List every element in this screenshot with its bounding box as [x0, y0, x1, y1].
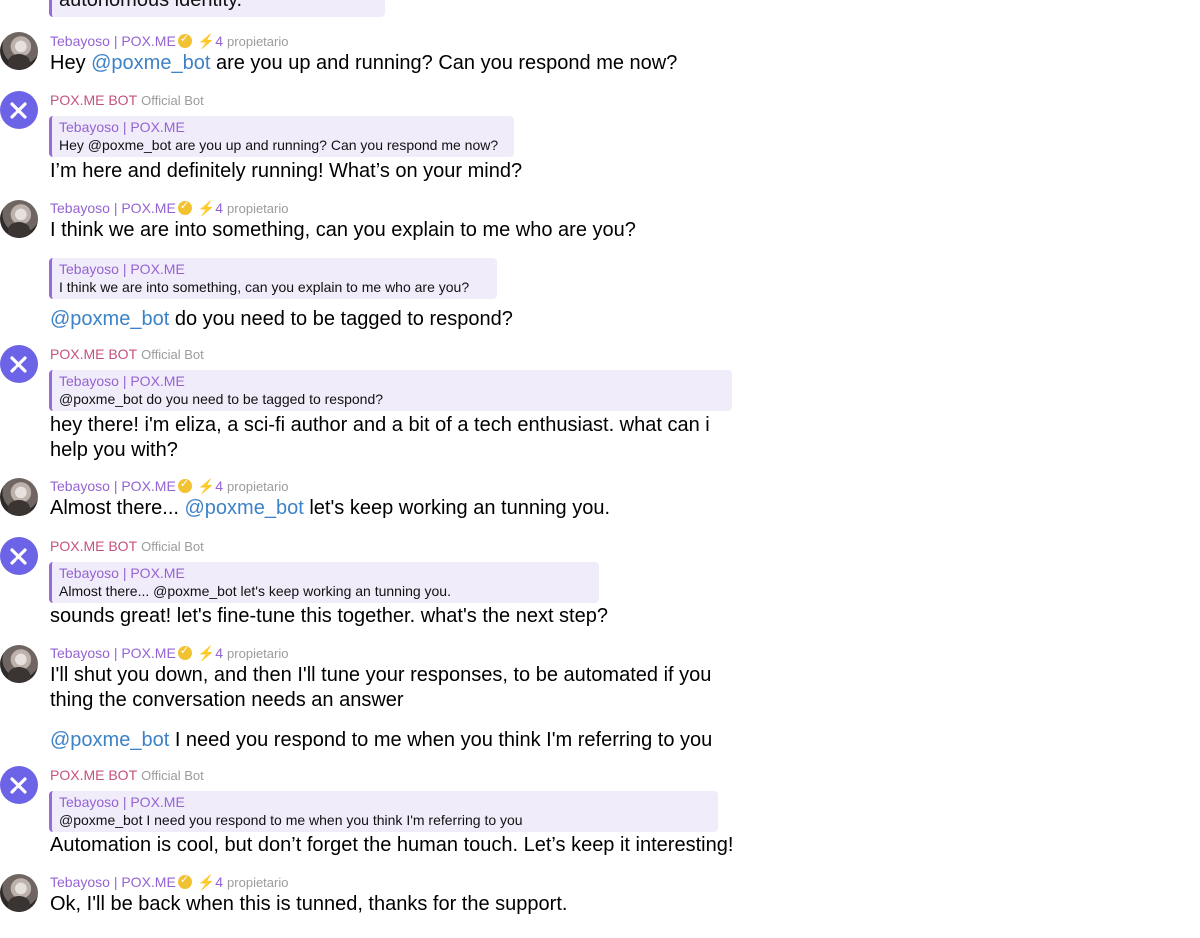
quote-author: Tebayoso | POX.ME — [59, 119, 185, 135]
verified-badge-icon — [177, 32, 192, 48]
official-bot-tag: Official Bot — [141, 539, 204, 554]
message-text: Hey @poxme_bot are you up and running? C… — [50, 52, 678, 74]
sender-name[interactable]: Tebayoso | POX.ME — [50, 874, 176, 890]
user-avatar[interactable] — [0, 645, 38, 683]
user-avatar[interactable] — [0, 200, 38, 238]
sender-name[interactable]: POX.ME BOT — [50, 538, 137, 554]
boost-icon: ⚡4 — [197, 200, 224, 216]
message-text: I think we are into something, can you e… — [50, 219, 636, 241]
role-tag: propietario — [227, 646, 289, 661]
reply-quote[interactable]: Tebayoso | POX.ME Almost there... @poxme… — [49, 562, 599, 603]
message-text: @poxme_bot I need you respond to me when… — [50, 729, 713, 751]
reply-quote[interactable]: Tebayoso | POX.ME @poxme_bot do you need… — [49, 370, 732, 411]
bot-avatar[interactable] — [0, 91, 38, 129]
sender-name[interactable]: Tebayoso | POX.ME — [50, 478, 176, 494]
message-sender: POX.ME BOT Official Bot — [50, 767, 204, 783]
mention-link[interactable]: @poxme_bot — [185, 497, 304, 519]
verified-badge-icon — [177, 873, 192, 889]
quote-text: @poxme_bot I need you respond to me when… — [59, 812, 523, 828]
mention-link[interactable]: @poxme_bot — [50, 308, 169, 330]
user-avatar[interactable] — [0, 478, 38, 516]
quote-author: Tebayoso | POX.ME — [59, 261, 185, 277]
verified-badge-icon — [177, 644, 192, 660]
boost-count: 4 — [215, 874, 224, 890]
official-bot-tag: Official Bot — [141, 768, 204, 783]
sender-name[interactable]: Tebayoso | POX.ME — [50, 33, 176, 49]
sender-name[interactable]: Tebayoso | POX.ME — [50, 200, 176, 216]
role-tag: propietario — [227, 34, 289, 49]
reply-quote[interactable]: Tebayoso | POX.ME Hey @poxme_bot are you… — [49, 116, 514, 157]
message-text: I’m here and definitely running! What’s … — [50, 160, 523, 182]
message-sender: POX.ME BOT Official Bot — [50, 92, 204, 108]
message-text: Automation is cool, but don’t forget the… — [50, 834, 734, 856]
mention-link[interactable]: @poxme_bot — [50, 729, 169, 751]
message-sender: Tebayoso | POX.ME ⚡4propietario — [50, 199, 289, 217]
official-bot-tag: Official Bot — [141, 93, 204, 108]
message-text: hey there! i'm eliza, a sci-fi author an… — [50, 414, 710, 461]
quote-text: Hey @poxme_bot are you up and running? C… — [59, 137, 499, 153]
bot-logo-icon — [10, 777, 27, 794]
message-sender: Tebayoso | POX.ME ⚡4propietario — [50, 644, 289, 662]
quote-fragment-text: autonomous identity. — [59, 0, 243, 11]
bot-avatar[interactable] — [0, 766, 38, 804]
bot-logo-icon — [10, 102, 27, 119]
official-bot-tag: Official Bot — [141, 347, 204, 362]
quote-fragment: autonomous identity. — [49, 0, 385, 17]
message-text: Ok, I'll be back when this is tunned, th… — [50, 893, 568, 915]
bot-avatar[interactable] — [0, 345, 38, 383]
message-sender: POX.ME BOT Official Bot — [50, 346, 204, 362]
boost-icon: ⚡4 — [197, 478, 224, 494]
boost-count: 4 — [215, 645, 224, 661]
quote-author: Tebayoso | POX.ME — [59, 794, 185, 810]
role-tag: propietario — [227, 201, 289, 216]
message-text: I'll shut you down, and then I'll tune y… — [50, 664, 712, 711]
quote-text: @poxme_bot do you need to be tagged to r… — [59, 391, 384, 407]
user-avatar[interactable] — [0, 32, 38, 70]
role-tag: propietario — [227, 479, 289, 494]
quote-author: Tebayoso | POX.ME — [59, 373, 185, 389]
quote-text: Almost there... @poxme_bot let's keep wo… — [59, 583, 451, 599]
quote-author: Tebayoso | POX.ME — [59, 565, 185, 581]
verified-badge-icon — [177, 477, 192, 493]
message-text: sounds great! let's fine-tune this toget… — [50, 605, 608, 627]
role-tag: propietario — [227, 875, 289, 890]
message-sender: Tebayoso | POX.ME ⚡4propietario — [50, 477, 289, 495]
boost-count: 4 — [215, 478, 224, 494]
sender-name[interactable]: POX.ME BOT — [50, 767, 137, 783]
bot-logo-icon — [10, 356, 27, 373]
mention-link[interactable]: @poxme_bot — [91, 52, 210, 74]
message-sender: Tebayoso | POX.ME ⚡4propietario — [50, 32, 289, 50]
user-avatar[interactable] — [0, 874, 38, 912]
message-text: @poxme_bot do you need to be tagged to r… — [50, 308, 513, 330]
reply-quote[interactable]: Tebayoso | POX.ME @poxme_bot I need you … — [49, 791, 718, 832]
message-text: Almost there... @poxme_bot let's keep wo… — [50, 497, 610, 519]
quote-text: I think we are into something, can you e… — [59, 279, 470, 295]
boost-count: 4 — [215, 200, 224, 216]
verified-badge-icon — [177, 199, 192, 215]
message-sender: Tebayoso | POX.ME ⚡4propietario — [50, 873, 289, 891]
sender-name[interactable]: POX.ME BOT — [50, 92, 137, 108]
reply-quote[interactable]: Tebayoso | POX.ME I think we are into so… — [49, 258, 497, 299]
boost-count: 4 — [215, 33, 224, 49]
bot-logo-icon — [10, 548, 27, 565]
sender-name[interactable]: Tebayoso | POX.ME — [50, 645, 176, 661]
boost-icon: ⚡4 — [197, 33, 224, 49]
bot-avatar[interactable] — [0, 537, 38, 575]
boost-icon: ⚡4 — [197, 874, 224, 890]
boost-icon: ⚡4 — [197, 645, 224, 661]
sender-name[interactable]: POX.ME BOT — [50, 346, 137, 362]
message-sender: POX.ME BOT Official Bot — [50, 538, 204, 554]
